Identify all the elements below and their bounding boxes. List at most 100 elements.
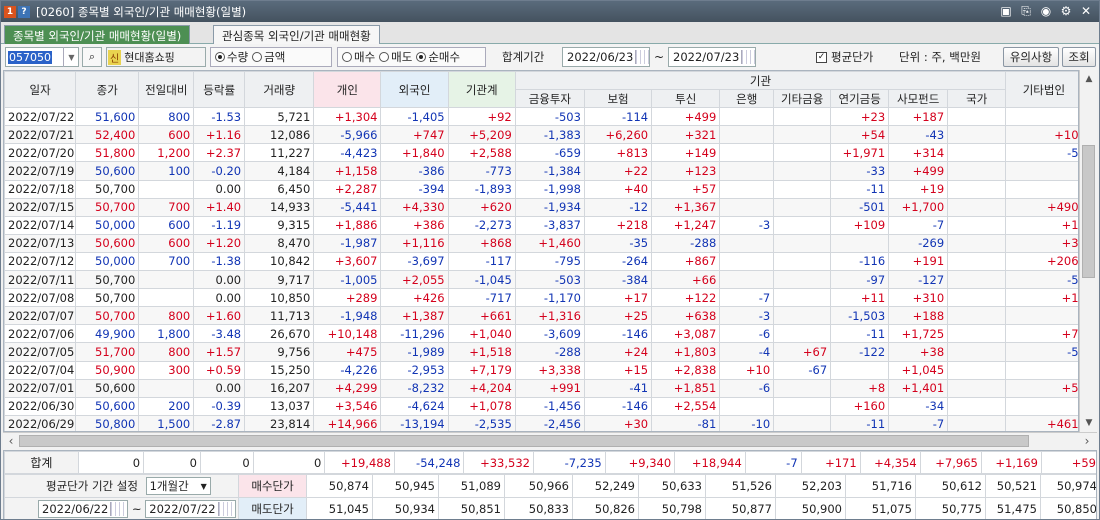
query-button[interactable]: 조회 (1062, 47, 1096, 67)
chevron-down-icon[interactable]: ▼ (63, 47, 79, 67)
scroll-left-icon[interactable]: ‹ (3, 433, 19, 450)
col-header-pension[interactable]: 연기금등 (830, 89, 890, 109)
col-header-private-fund[interactable]: 사모펀드 (888, 89, 949, 109)
col-header-close[interactable]: 종가 (75, 71, 140, 109)
table-row[interactable]: 2022/06/30 50,600 200 -0.39 13,037 +3,546 -4,6… (4, 396, 1078, 416)
avg-date-from-input[interactable]: 2022/06/22 (38, 500, 129, 518)
scroll-thumb[interactable] (19, 435, 1029, 447)
table-cell (947, 197, 1007, 217)
radio-quantity[interactable]: 수량 (215, 49, 248, 65)
calendar-icon[interactable] (741, 50, 755, 64)
table-cell: -1,893 (447, 179, 516, 199)
search-button[interactable]: ⌕ (82, 47, 102, 67)
table-row[interactable]: 2022/07/07 50,700 800 +1.60 11,713 -1,948 +1,3… (4, 306, 1078, 326)
col-header-change[interactable]: 전일대비 (138, 71, 195, 109)
table-row[interactable]: 2022/07/12 50,000 700 -1.38 10,842 +3,607 -3,6… (4, 251, 1078, 272)
vertical-scrollbar[interactable]: ▲ ▼ (1079, 70, 1097, 432)
table-cell: -3,609 (514, 324, 585, 344)
screen-number-icon[interactable]: 1 (4, 5, 16, 18)
table-cell: 2022/07/08 (4, 288, 77, 308)
table-row[interactable]: 2022/07/21 52,400 600 +1.16 12,086 -5,966 +747… (4, 125, 1078, 145)
gear-icon[interactable]: ⚙ (1059, 4, 1073, 19)
table-cell: -67 (773, 360, 832, 380)
table-row[interactable]: 2022/07/19 50,600 100 -0.20 4,184 +1,158 -386-… (4, 161, 1078, 181)
table-cell: 800 (138, 306, 195, 326)
table-cell: -659 (514, 143, 585, 163)
tab-stock-daily[interactable]: 종목별 외국인/기관 매매현황(일별) (4, 25, 191, 44)
table-cell: +747 (380, 125, 449, 145)
avg-date-to-input[interactable]: 2022/07/22 (145, 500, 236, 518)
table-row[interactable]: 2022/07/04 50,900 300 +0.59 15,250 -4,226 -2,9… (4, 360, 1078, 380)
calendar-icon[interactable] (635, 50, 649, 64)
avg-period-select[interactable]: 1개월간 ▼ (145, 477, 211, 495)
scroll-up-icon[interactable]: ▲ (1080, 70, 1098, 88)
col-header-volume[interactable]: 거래량 (244, 71, 315, 109)
table-row[interactable]: 2022/07/08 50,700 0.00 10,850 +289 +426 -717 -1… (4, 288, 1078, 308)
table-cell: -386 (380, 161, 449, 181)
table-row[interactable]: 2022/07/01 50,600 0.00 16,207 +4,299 -8,232 +4… (4, 378, 1078, 398)
col-header-other-corp[interactable]: 기타법인 (1005, 71, 1078, 109)
calendar-icon[interactable] (217, 502, 232, 516)
table-cell: -5 (1005, 342, 1078, 362)
col-header-other-financial[interactable]: 기타금융 (773, 89, 832, 109)
radio-net-buy[interactable]: 순매수 (416, 49, 460, 65)
col-header-financial-invest[interactable]: 금융투자 (514, 89, 585, 109)
tab-watchlist[interactable]: 관심종목 외국인/기관 매매현황 (213, 25, 380, 44)
table-row[interactable]: 2022/07/13 50,600 600 +1.20 8,470 -1,987 +1,11… (4, 233, 1078, 253)
scroll-down-icon[interactable]: ▼ (1080, 414, 1098, 432)
col-header-individual[interactable]: 개인 (313, 71, 382, 109)
table-row[interactable]: 2022/07/05 51,700 800 +1.57 9,756 +475 -1,989 +… (4, 342, 1078, 362)
table-row[interactable]: 2022/07/15 50,700 700 +1.40 14,933 -5,441 +4,3… (4, 197, 1078, 217)
col-header-date[interactable]: 일자 (4, 71, 77, 109)
table-cell: +499 (651, 107, 721, 127)
table-row[interactable]: 2022/07/06 49,900 1,800 -3.48 26,670 +10,148-… (4, 324, 1078, 344)
radio-buy[interactable]: 매수 (342, 49, 375, 65)
radio-sell[interactable]: 매도 (379, 49, 412, 65)
table-row[interactable]: 2022/07/22 51,600 800 -1.53 5,721 +1,304 -1,40… (4, 107, 1078, 127)
date-from-input[interactable]: 2022/06/23 (562, 47, 650, 67)
table-cell: +149 (651, 143, 721, 163)
table-cell (773, 251, 832, 272)
total-cell: +19,488 (324, 451, 395, 474)
table-cell (947, 125, 1007, 145)
window-link-icon[interactable]: ▣ (999, 4, 1013, 19)
table-row[interactable]: 2022/07/18 50,700 0.00 6,450 +2,287 -394 -1,89… (4, 179, 1078, 199)
calendar-icon[interactable] (110, 502, 125, 516)
notice-button[interactable]: 유의사항 (1003, 47, 1059, 67)
table-cell (773, 125, 832, 145)
table-row[interactable]: 2022/06/29 50,800 1,500 -2.87 23,814 +14,966-… (4, 414, 1078, 431)
col-header-institution-total[interactable]: 기관계 (447, 71, 516, 109)
table-row[interactable]: 2022/07/14 50,000 600 -1.19 9,315 +1,886 +386-… (4, 215, 1078, 235)
data-grid[interactable]: 일자 종가 전일대비 등락률 거래량 개인 외국인 기관계 기관 기타법인 기 … (3, 70, 1079, 432)
avg-buy-cell: 50,874 (306, 474, 373, 498)
close-icon[interactable]: ✕ (1079, 4, 1093, 19)
table-cell: +3,546 (313, 396, 382, 416)
table-row[interactable]: 2022/07/20 51,800 1,200 +2.37 11,227 -4,423 +1… (4, 143, 1078, 163)
table-cell (773, 233, 832, 253)
avg-price-checkbox[interactable]: ✓ 평균단가 (816, 47, 873, 67)
col-header-nation[interactable]: 국가 (947, 89, 1007, 109)
col-header-foreign[interactable]: 외국인 (380, 71, 449, 109)
camera-icon[interactable]: ◉ (1039, 4, 1053, 19)
table-cell (947, 306, 1007, 326)
title-bar[interactable]: 1 ? [0260] 종목별 외국인/기관 매매현황(일별) ▣ ⎘ ◉ ⚙ ✕ (1, 1, 1099, 22)
col-header-change-rate[interactable]: 등락률 (193, 71, 246, 109)
help-icon[interactable]: ? (18, 5, 30, 18)
col-header-bank[interactable]: 은행 (719, 89, 775, 109)
table-cell: +475 (313, 342, 382, 362)
radio-amount[interactable]: 금액 (252, 49, 285, 65)
date-to-input[interactable]: 2022/07/23 (668, 47, 756, 67)
col-header-insurance[interactable]: 보험 (583, 89, 653, 109)
horizontal-scrollbar[interactable]: ‹ › (3, 432, 1097, 450)
table-row[interactable]: 2022/07/11 50,700 0.00 9,717 -1,005 +2,055 -1,… (4, 270, 1078, 290)
table-cell: +461 (1005, 414, 1078, 431)
col-header-investment-trust[interactable]: 투신 (651, 89, 721, 109)
total-cell: 0 (252, 451, 326, 474)
table-cell: 0.00 (193, 288, 246, 308)
scroll-right-icon[interactable]: › (1079, 433, 1095, 450)
table-cell: +1.60 (193, 306, 246, 326)
copy-icon[interactable]: ⎘ (1019, 4, 1033, 19)
table-cell (947, 324, 1007, 344)
table-cell (773, 215, 832, 235)
scroll-thumb[interactable] (1082, 145, 1095, 278)
